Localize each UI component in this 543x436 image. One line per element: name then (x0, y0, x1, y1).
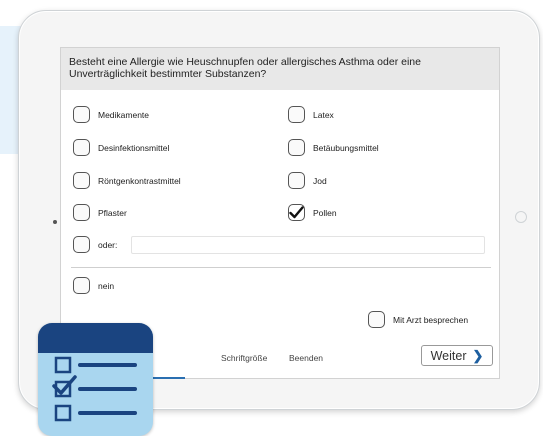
checkbox[interactable] (288, 106, 305, 123)
option-label: nein (98, 280, 115, 291)
other-text-field[interactable] (131, 236, 485, 254)
option-medikamente[interactable]: Medikamente (73, 106, 149, 123)
option-label: Pflaster (98, 207, 127, 218)
checkbox[interactable] (73, 139, 90, 156)
home-button[interactable] (515, 211, 527, 223)
camera-dot (53, 220, 57, 224)
checkbox[interactable] (73, 204, 90, 221)
option-label: Pollen (313, 207, 337, 218)
checkmark-icon (289, 206, 304, 219)
checkbox[interactable] (73, 106, 90, 123)
checkbox[interactable] (288, 139, 305, 156)
checklist-glyph (52, 356, 137, 422)
quit-button[interactable]: Beenden (289, 353, 323, 363)
option-label: Latex (313, 109, 334, 120)
option-label: Mit Arzt besprechen (393, 314, 469, 325)
option-latex[interactable]: Latex (288, 106, 334, 123)
option-label: Medikamente (98, 109, 150, 120)
option-pflaster[interactable]: Pflaster (73, 204, 127, 221)
divider (71, 267, 491, 268)
option-pollen[interactable]: Pollen (288, 204, 337, 221)
font-size-button[interactable]: Schriftgröße (221, 353, 267, 363)
option-label: Röntgenkontrastmittel (98, 175, 181, 186)
checkbox[interactable] (73, 236, 90, 253)
checkbox-checked[interactable] (288, 204, 305, 221)
chevron-right-icon: ❯ (472, 347, 484, 363)
next-label: Weiter (430, 348, 467, 363)
option-desinfektionsmittel[interactable]: Desinfektionsmittel (73, 139, 169, 156)
option-oder[interactable]: oder: (73, 236, 117, 253)
next-button[interactable]: Weiter ❯ (421, 345, 493, 366)
option-jod[interactable]: Jod (288, 172, 327, 189)
checkbox[interactable] (288, 172, 305, 189)
checkbox[interactable] (73, 277, 90, 294)
option-mit-arzt-besprechen[interactable]: Mit Arzt besprechen (368, 311, 468, 328)
option-label: oder: (98, 239, 118, 250)
question-text: Besteht eine Allergie wie Heuschnupfen o… (61, 48, 499, 90)
option-betaeubungsmittel[interactable]: Betäubungsmittel (288, 139, 379, 156)
checklist-icon (38, 323, 153, 436)
option-label: Betäubungsmittel (313, 142, 379, 153)
checkbox[interactable] (368, 311, 385, 328)
option-label: Jod (313, 175, 327, 186)
option-nein[interactable]: nein (73, 277, 114, 294)
checkbox[interactable] (73, 172, 90, 189)
option-label: Desinfektionsmittel (98, 142, 170, 153)
option-roentgenkontrastmittel[interactable]: Röntgenkontrastmittel (73, 172, 181, 189)
